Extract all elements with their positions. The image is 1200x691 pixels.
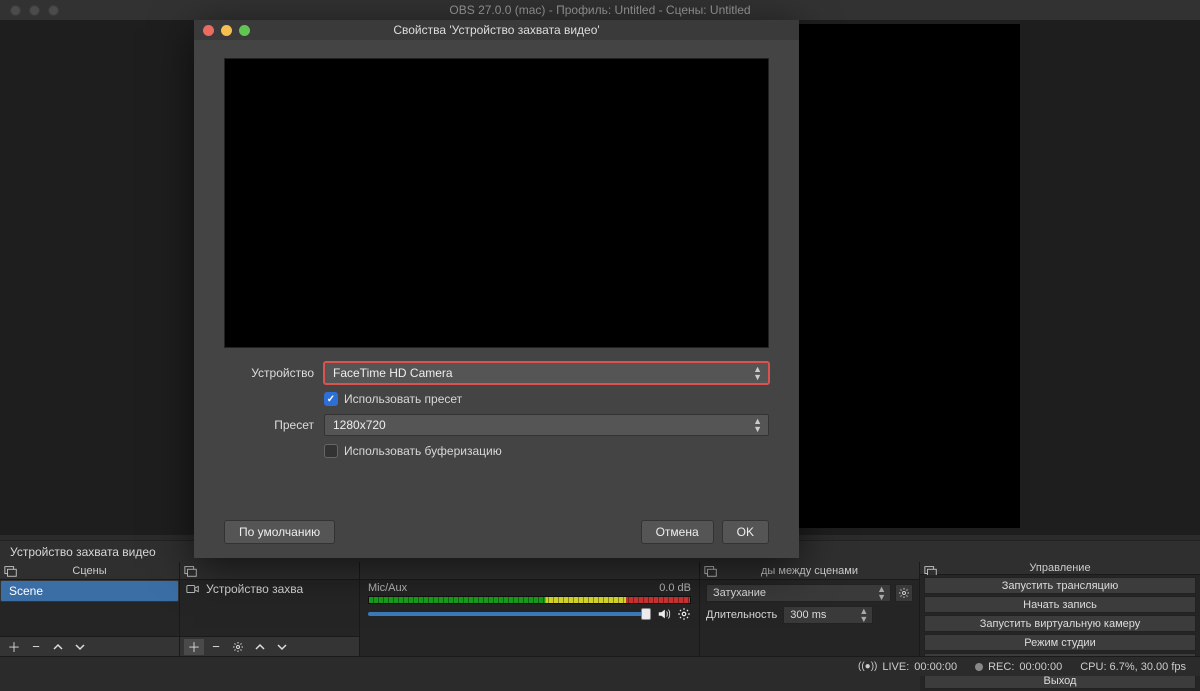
chevron-updown-icon: ▲▼ xyxy=(859,607,868,623)
dialog-preview xyxy=(224,58,769,348)
rec-label: REC: xyxy=(988,661,1014,673)
ok-button[interactable]: OK xyxy=(722,520,769,544)
use-buffering-checkbox[interactable] xyxy=(324,444,338,458)
use-preset-row: Использовать пресет xyxy=(324,392,769,406)
device-row: Устройство FaceTime HD Camera ▲▼ xyxy=(224,362,769,384)
use-buffering-label[interactable]: Использовать буферизацию xyxy=(344,444,502,458)
mixer-channel-name: Mic/Aux xyxy=(368,582,407,594)
dialog-form: Устройство FaceTime HD Camera ▲▼ Использ… xyxy=(194,358,799,462)
chevron-updown-icon: ▲▼ xyxy=(753,417,762,433)
preset-select[interactable]: 1280x720 ▲▼ xyxy=(324,414,769,436)
sources-panel: Устройство захва ＋ − xyxy=(180,562,360,656)
scene-item[interactable]: Scene xyxy=(0,580,179,602)
duration-value: 300 ms xyxy=(790,609,826,621)
vu-meter xyxy=(368,596,691,604)
scene-up-button[interactable] xyxy=(48,639,68,655)
dialog-buttons: По умолчанию Отмена OK xyxy=(194,510,799,558)
device-label: Устройство xyxy=(224,366,314,380)
chevron-updown-icon: ▲▼ xyxy=(877,585,886,601)
broadcast-icon: ((●)) xyxy=(858,661,877,672)
duration-input[interactable]: 300 ms ▲▼ xyxy=(783,606,873,624)
audio-mixer-panel: Mic/Aux 0.0 dB xyxy=(360,562,700,656)
sources-header xyxy=(180,562,359,580)
dock-icon[interactable] xyxy=(704,564,718,578)
slider-thumb[interactable] xyxy=(641,608,651,620)
add-scene-button[interactable]: ＋ xyxy=(4,639,24,655)
controls-header-label: Управление xyxy=(1029,562,1090,574)
use-preset-checkbox[interactable] xyxy=(324,392,338,406)
source-up-button[interactable] xyxy=(250,639,270,655)
use-preset-label[interactable]: Использовать пресет xyxy=(344,392,462,406)
volume-slider-row xyxy=(368,607,691,621)
scenes-footer: ＋ − xyxy=(0,636,179,656)
add-source-button[interactable]: ＋ xyxy=(184,639,204,655)
transition-value: Затухание xyxy=(713,587,766,599)
camera-icon xyxy=(186,582,200,596)
duration-label: Длительность xyxy=(706,609,777,621)
scene-down-button[interactable] xyxy=(70,639,90,655)
mixer-body: Mic/Aux 0.0 dB xyxy=(360,580,699,656)
start-virtual-cam-button[interactable]: Запустить виртуальную камеру xyxy=(924,615,1196,632)
live-time: 00:00:00 xyxy=(914,661,957,673)
transitions-header-label: ды между сценами xyxy=(761,565,858,577)
preset-row: Пресет 1280x720 ▲▼ xyxy=(224,414,769,436)
start-streaming-button[interactable]: Запустить трансляцию xyxy=(924,577,1196,594)
device-value: FaceTime HD Camera xyxy=(333,366,453,380)
cpu-status: CPU: 6.7%, 30.00 fps xyxy=(1080,661,1186,673)
studio-mode-button[interactable]: Режим студии xyxy=(924,634,1196,651)
source-item-label: Устройство захва xyxy=(206,582,303,596)
mixer-channel-db: 0.0 dB xyxy=(659,582,691,594)
chevron-updown-icon: ▲▼ xyxy=(753,365,762,381)
gear-icon[interactable] xyxy=(677,607,691,621)
sources-footer: ＋ − xyxy=(180,636,359,656)
dock-icon[interactable] xyxy=(4,564,18,578)
source-item[interactable]: Устройство захва xyxy=(180,580,359,598)
device-select[interactable]: FaceTime HD Camera ▲▼ xyxy=(324,362,769,384)
defaults-button[interactable]: По умолчанию xyxy=(224,520,335,544)
mixer-channel: Mic/Aux 0.0 dB xyxy=(360,580,699,623)
rec-time: 00:00:00 xyxy=(1019,661,1062,673)
live-status: ((●)) LIVE: 00:00:00 xyxy=(858,661,957,673)
remove-scene-button[interactable]: − xyxy=(26,639,46,655)
transitions-header: ды между сценами xyxy=(700,562,919,580)
transition-select[interactable]: Затухание ▲▼ xyxy=(706,584,891,602)
start-recording-button[interactable]: Начать запись xyxy=(924,596,1196,613)
volume-slider[interactable] xyxy=(368,612,651,616)
dock-icon[interactable] xyxy=(184,564,198,578)
selected-source-name: Устройство захвата видео xyxy=(10,545,156,559)
speaker-icon[interactable] xyxy=(657,607,671,621)
use-buffering-row: Использовать буферизацию xyxy=(324,444,769,458)
properties-dialog: Свойства 'Устройство захвата видео' Устр… xyxy=(194,20,799,558)
cpu-text: CPU: 6.7%, 30.00 fps xyxy=(1080,661,1186,673)
preset-value: 1280x720 xyxy=(333,418,386,432)
status-bar: ((●)) LIVE: 00:00:00 REC: 00:00:00 CPU: … xyxy=(0,656,1200,676)
remove-source-button[interactable]: − xyxy=(206,639,226,655)
source-properties-button[interactable] xyxy=(228,639,248,655)
dialog-title: Свойства 'Устройство захвата видео' xyxy=(194,23,799,37)
scenes-header-label: Сцены xyxy=(72,565,106,577)
transitions-panel: ды между сценами Затухание ▲▼ Длительнос… xyxy=(700,562,920,656)
app-title: OBS 27.0.0 (mac) - Профиль: Untitled - С… xyxy=(0,3,1200,17)
mixer-header xyxy=(360,562,699,580)
scenes-panel: Сцены Scene ＋ − xyxy=(0,562,180,656)
dialog-titlebar[interactable]: Свойства 'Устройство захвата видео' xyxy=(194,20,799,40)
transition-settings-button[interactable] xyxy=(895,584,913,602)
record-dot-icon xyxy=(975,663,983,671)
source-down-button[interactable] xyxy=(272,639,292,655)
controls-header: Управление xyxy=(920,562,1200,575)
scenes-list[interactable]: Scene xyxy=(0,580,179,636)
rec-status: REC: 00:00:00 xyxy=(975,661,1062,673)
bottom-panels: Сцены Scene ＋ − Устройство захва xyxy=(0,562,1200,656)
transitions-body: Затухание ▲▼ Длительность 300 ms ▲▼ xyxy=(700,580,919,656)
sources-list[interactable]: Устройство захва xyxy=(180,580,359,636)
main-titlebar: OBS 27.0.0 (mac) - Профиль: Untitled - С… xyxy=(0,0,1200,20)
cancel-button[interactable]: Отмена xyxy=(641,520,714,544)
live-label: LIVE: xyxy=(882,661,909,673)
controls-panel: Управление Запустить трансляцию Начать з… xyxy=(920,562,1200,656)
preset-label: Пресет xyxy=(224,418,314,432)
scenes-header: Сцены xyxy=(0,562,179,580)
